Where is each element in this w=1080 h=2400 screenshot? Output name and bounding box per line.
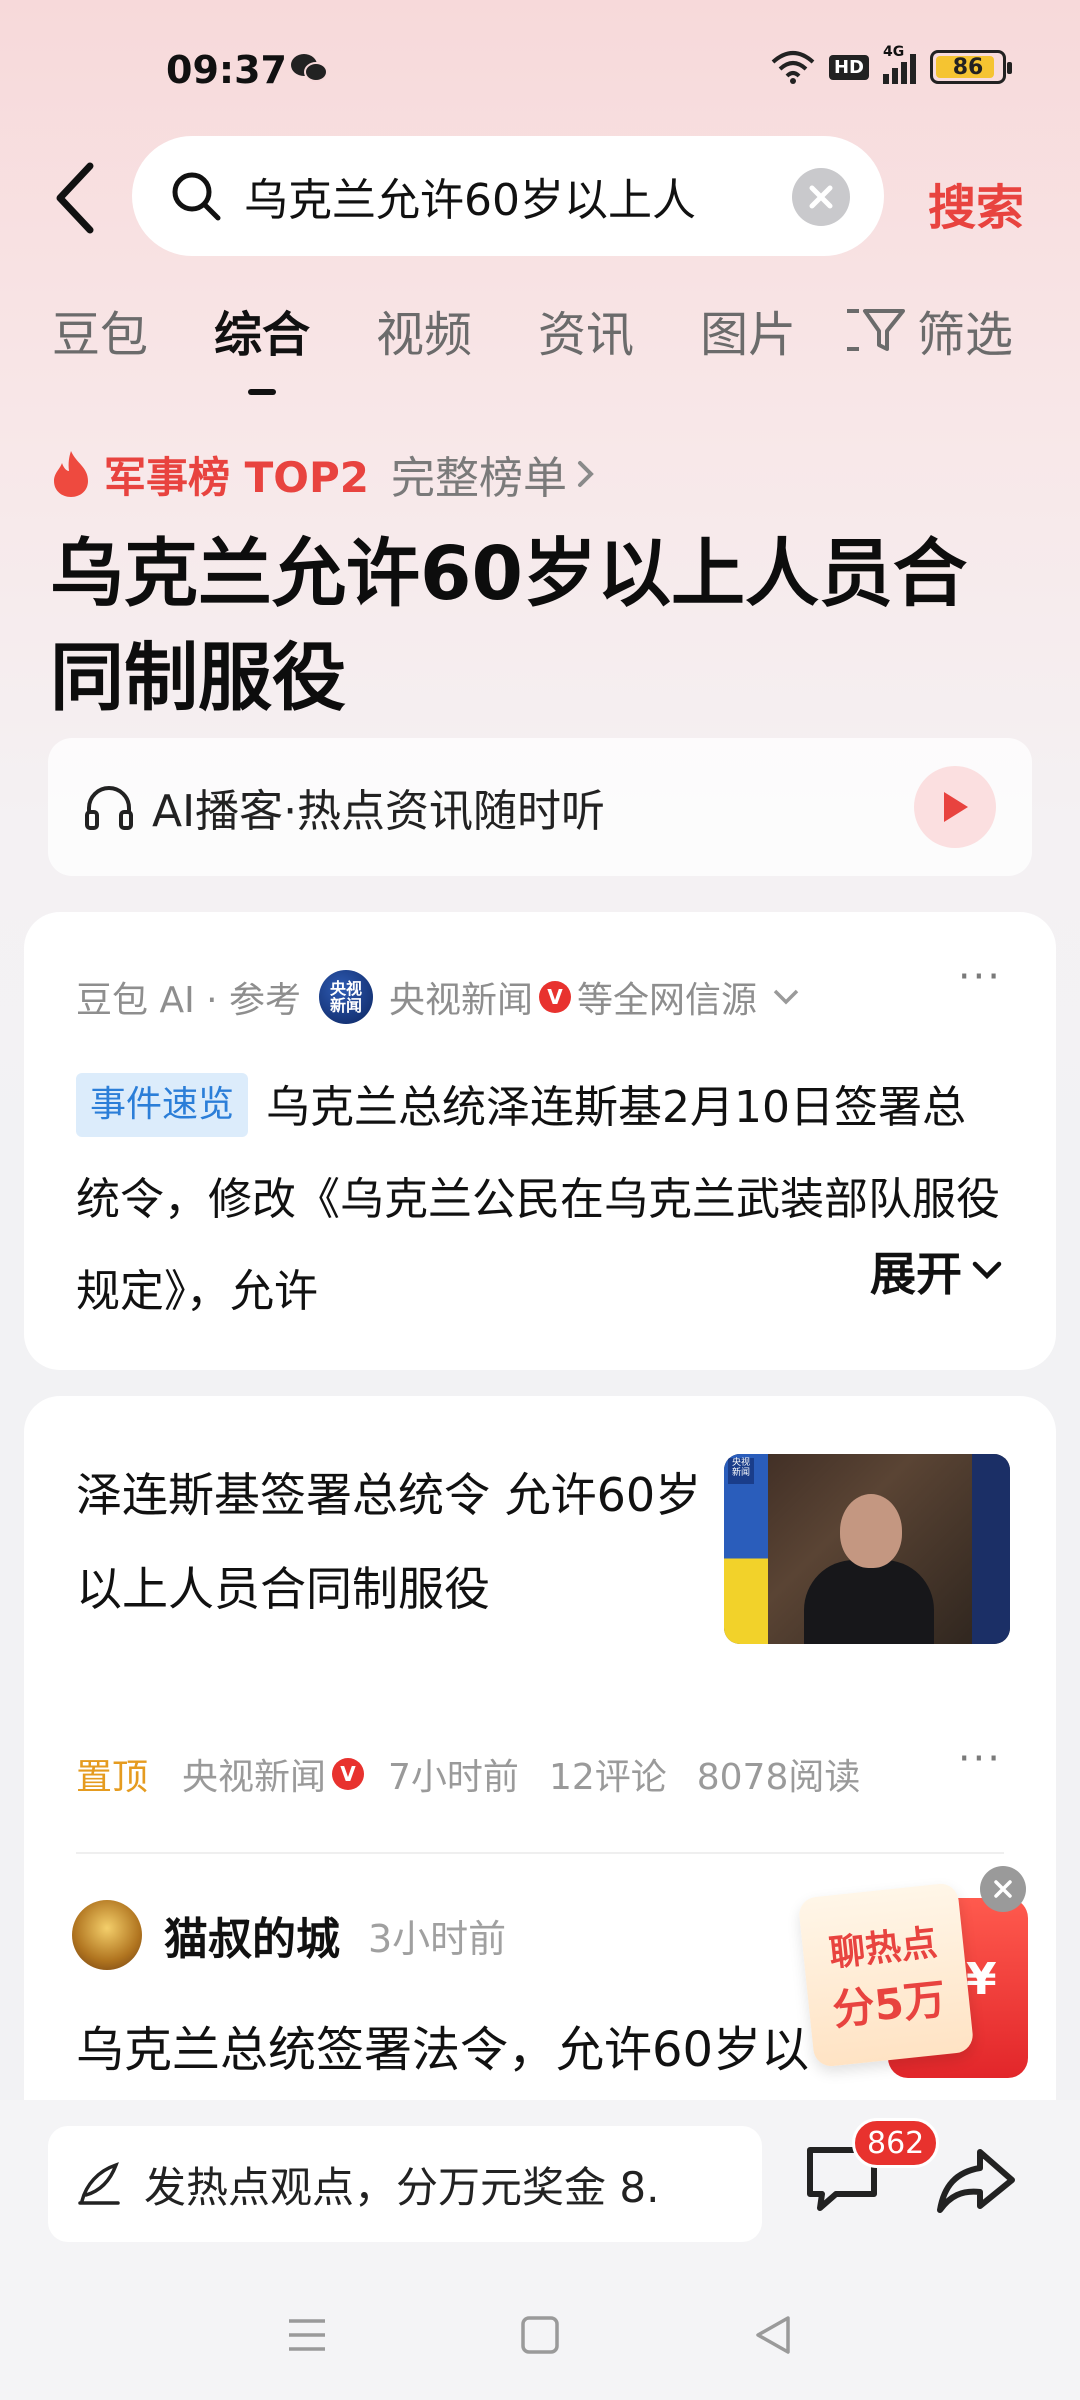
battery-level: 86 — [952, 54, 984, 80]
menu-icon[interactable] — [286, 2315, 328, 2355]
tab-video[interactable]: 视频 — [376, 295, 472, 365]
signal-icon: 4G — [883, 44, 916, 84]
pin-badge: 置顶 — [76, 1757, 149, 1798]
news-thumbnail[interactable]: 央视新闻 — [724, 1454, 1010, 1644]
news-time: 7小时前 — [388, 1757, 519, 1798]
author-name[interactable]: 猫叔的城 — [164, 1903, 340, 1967]
comment-count-badge: 862 — [852, 2118, 940, 2168]
search-bar[interactable] — [132, 136, 884, 256]
summary-source-row[interactable]: 豆包 AI · 参考 央视新闻 央视新闻 V 等全网信源 — [76, 970, 801, 1024]
cctv-logo: 央视新闻 — [319, 970, 374, 1024]
pen-icon — [78, 2162, 120, 2205]
news-reads: 8078阅读 — [696, 1757, 861, 1798]
comment-input[interactable]: 发热点观点，分万元奖金 8. — [48, 2126, 762, 2242]
news-comments: 12评论 — [548, 1757, 667, 1798]
status-time: 09:37 — [166, 48, 287, 92]
post-author-row[interactable]: 猫叔的城 3小时前 — [72, 1900, 506, 1970]
logo-text: 央视新闻 — [330, 979, 363, 1015]
person-figure — [804, 1494, 934, 1644]
more-icon[interactable]: ··· — [958, 1736, 1002, 1782]
tab-images[interactable]: 图片 — [700, 295, 796, 365]
expand-button[interactable]: 展开 — [790, 1238, 1004, 1304]
wechat-icon — [291, 54, 328, 82]
post-text[interactable]: 乌克兰总统签署法令，允许60岁以 — [76, 2010, 896, 2080]
post-time: 3小时前 — [368, 1916, 507, 1961]
more-icon[interactable]: ··· — [958, 954, 1002, 1000]
search-button[interactable]: 搜索 — [928, 168, 1024, 238]
promo-card: 聊热点 分5万 — [797, 1882, 975, 2068]
tab-all[interactable]: 综合 — [214, 295, 310, 395]
search-icon — [172, 172, 221, 221]
source-name: 央视新闻 — [389, 980, 534, 1021]
fire-icon — [54, 451, 88, 497]
tab-doubao[interactable]: 豆包 — [52, 295, 148, 365]
expand-label: 展开 — [870, 1247, 962, 1301]
verified-icon: V — [539, 981, 572, 1013]
wifi-icon — [771, 51, 815, 84]
status-icons: HD 4G 86 — [771, 44, 1012, 84]
divider — [76, 1852, 1004, 1854]
hot-rank-row[interactable]: 军事榜 TOP2 完整榜单 — [50, 442, 597, 506]
search-input[interactable] — [244, 170, 764, 222]
close-icon[interactable] — [980, 1866, 1026, 1912]
clear-icon[interactable] — [792, 168, 850, 226]
filter-button[interactable]: 筛选 — [845, 295, 1013, 365]
network-type: 4G — [883, 44, 905, 60]
news-meta: 置顶 央视新闻 V 7小时前 12评论 8078阅读 — [76, 1748, 890, 1800]
full-list-link[interactable]: 完整榜单 — [391, 442, 567, 506]
filter-icon — [847, 309, 905, 351]
news-title[interactable]: 泽连斯基签署总统令 允许60岁以上人员合同制服役 — [76, 1448, 706, 1636]
avatar[interactable] — [72, 1900, 142, 1970]
source-prefix: 豆包 AI · 参考 — [76, 980, 302, 1021]
filter-label: 筛选 — [917, 307, 1014, 363]
rank-label: 军事榜 TOP2 — [104, 452, 369, 502]
play-icon — [944, 792, 968, 822]
ai-podcast-bar[interactable]: AI播客·热点资讯随时听 — [48, 738, 1032, 876]
thumb-logo: 央视新闻 — [728, 1458, 754, 1484]
headphones-icon — [85, 786, 133, 830]
page-title: 乌克兰允许60岁以上人员合同制服役 — [50, 531, 967, 721]
verified-icon: V — [332, 1758, 365, 1790]
system-nav-bar — [0, 2290, 1080, 2380]
battery-indicator: 86 — [930, 50, 1012, 84]
yen-symbol: ¥ — [966, 1954, 997, 2005]
tab-news[interactable]: 资讯 — [538, 295, 634, 365]
promo-line2: 分5万 — [830, 1973, 948, 2035]
hot-topic-promo[interactable]: ¥ 聊热点 分5万 — [797, 1882, 1028, 2086]
play-button[interactable] — [914, 766, 996, 848]
chevron-down-icon — [773, 989, 799, 1005]
podcast-label: AI播客·热点资讯随时听 — [152, 786, 606, 837]
back-nav-icon[interactable] — [752, 2314, 794, 2356]
chevron-right-icon — [577, 461, 594, 487]
share-icon[interactable] — [934, 2140, 1018, 2224]
chevron-down-icon — [972, 1261, 1002, 1280]
event-tag: 事件速览 — [76, 1073, 249, 1137]
hd-icon: HD — [828, 54, 869, 80]
home-icon[interactable] — [519, 2314, 561, 2356]
comment-placeholder: 发热点观点，分万元奖金 8. — [144, 2162, 660, 2212]
back-icon[interactable] — [48, 158, 104, 238]
ai-summary-card: 豆包 AI · 参考 央视新闻 央视新闻 V 等全网信源 ··· 事件速览 乌克兰… — [24, 912, 1056, 1370]
source-suffix: 等全网信源 — [577, 980, 758, 1021]
news-source: 央视新闻 — [182, 1757, 327, 1798]
